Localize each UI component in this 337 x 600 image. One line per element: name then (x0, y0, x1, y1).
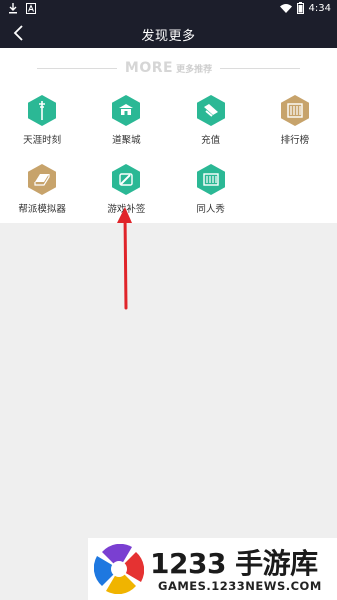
watermark-name: 1233 手游库 (150, 547, 318, 580)
check-pen-icon (112, 164, 141, 195)
ranking-bars-icon (280, 95, 309, 126)
book-icon (28, 164, 57, 195)
page-title: 发现更多 (141, 29, 196, 44)
grid-item-fan-show[interactable]: 同人秀 (169, 164, 253, 215)
grid-item-label: 排行榜 (280, 135, 310, 146)
a-icon (26, 3, 36, 14)
grid-item-label: 帮派模拟器 (18, 204, 66, 215)
grid-item-label: 天涯时刻 (23, 135, 62, 146)
card-icon (196, 95, 225, 126)
grid-item-daojucheng[interactable]: 道聚城 (84, 95, 168, 146)
wifi-icon (279, 4, 292, 13)
more-panel: MORE 更多推荐 天涯时刻 道聚城 充值 排行榜 帮派模拟器 游戏补签 同人秀 (0, 48, 337, 223)
grid-item-label: 同人秀 (196, 204, 225, 215)
grid-item-recharge[interactable]: 充值 (169, 95, 253, 146)
more-header: MORE 更多推荐 (0, 60, 337, 76)
grid-item-guild-simulator[interactable]: 帮派模拟器 (0, 164, 84, 215)
battery-icon (296, 2, 304, 14)
watermark: 1233 手游库 GAMES.1233NEWS.COM (88, 538, 337, 600)
download-icon (9, 3, 17, 14)
pinwheel-logo-icon (94, 544, 144, 594)
gallery-icon (196, 164, 225, 195)
divider-right (220, 67, 301, 69)
grid-item-label: 道聚城 (112, 135, 141, 146)
watermark-url: GAMES.1233NEWS.COM (158, 579, 322, 593)
more-subtitle: 更多推荐 (176, 64, 213, 75)
status-time: 4:34 (308, 2, 331, 14)
red-arrow-annotation (117, 207, 132, 310)
grid-item-tianya-time[interactable]: 天涯时刻 (0, 95, 84, 146)
status-bar: 4:34 (0, 0, 337, 18)
pen-nib-icon (28, 95, 57, 126)
divider-left (36, 67, 117, 69)
feature-grid: 天涯时刻 道聚城 充值 排行榜 帮派模拟器 游戏补签 同人秀 (0, 95, 337, 215)
app-bar: 发现更多 (0, 18, 337, 48)
grid-item-ranking[interactable]: 排行榜 (253, 95, 337, 146)
city-icon (112, 95, 141, 126)
grid-item-label: 充值 (201, 135, 221, 146)
more-title: MORE (124, 60, 174, 76)
